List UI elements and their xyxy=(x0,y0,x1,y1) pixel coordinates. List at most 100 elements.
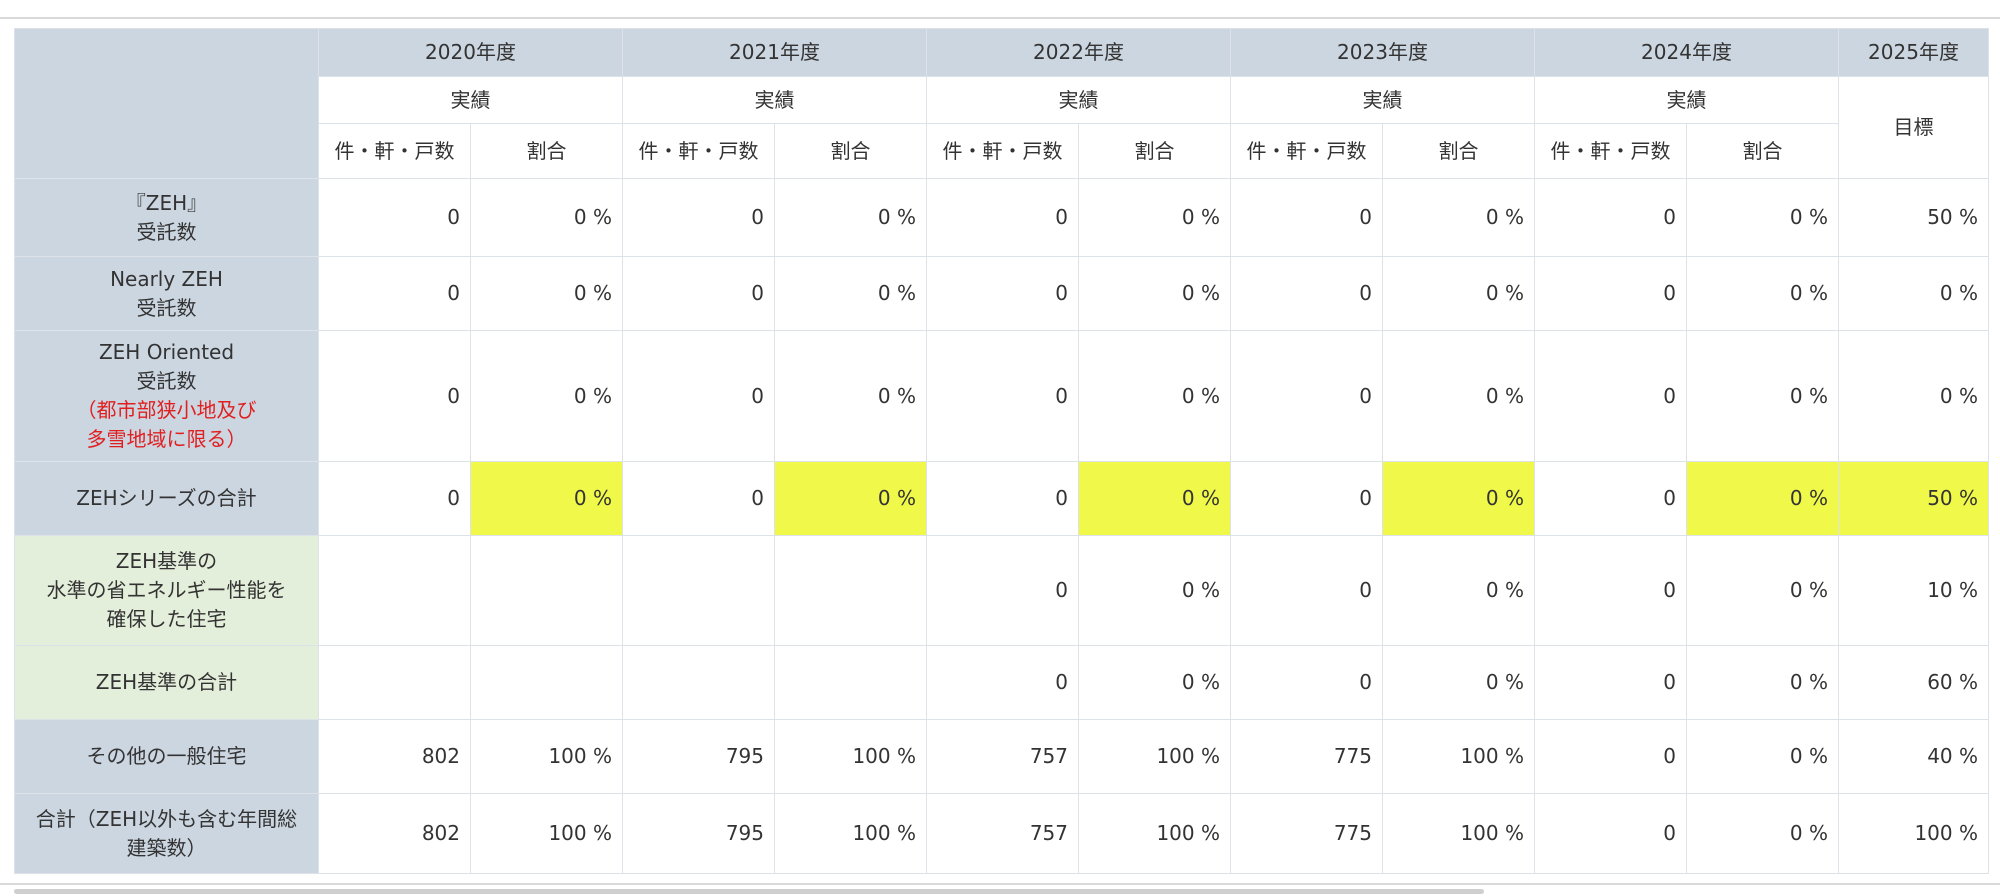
row-label-line: ZEH Oriented xyxy=(98,340,235,364)
ratio-cell: 100 % xyxy=(1078,719,1231,794)
target-cell: 50 % xyxy=(1838,178,1989,257)
target-cell: 10 % xyxy=(1838,535,1989,646)
ratio-cell: 0 % xyxy=(1686,535,1839,646)
count-cell: 757 xyxy=(926,719,1079,794)
count-cell xyxy=(318,535,471,646)
count-cell: 0 xyxy=(1230,645,1383,720)
table-body: 『ZEH』 受託数 0 0 % 0 0 % 0 0 % 0 0 % 0 0 % 50 % Nearly Z… xyxy=(14,178,1989,874)
count-cell: 0 xyxy=(1534,645,1687,720)
row-label: ZEH基準の合計 xyxy=(14,645,319,720)
horizontal-scrollbar[interactable] xyxy=(14,889,1484,894)
count-cell: 0 xyxy=(318,330,471,462)
count-cell: 795 xyxy=(622,793,775,874)
count-cell: 0 xyxy=(1534,461,1687,536)
count-cell: 0 xyxy=(1534,178,1687,257)
count-cell: 775 xyxy=(1230,719,1383,794)
target-cell: 100 % xyxy=(1838,793,1989,874)
row-label: ZEH Oriented 受託数 （都市部狭小地及び 多雪地域に限る） xyxy=(14,330,319,462)
zeh-results-table: 2020年度 2021年度 2022年度 2023年度 2024年度 2025年… xyxy=(14,28,1989,874)
ratio-header: 割合 xyxy=(1078,123,1231,179)
ratio-cell: 0 % xyxy=(774,178,927,257)
count-header: 件・軒・戸数 xyxy=(1230,123,1383,179)
count-header: 件・軒・戸数 xyxy=(318,123,471,179)
row-label-line: ZEH基準の xyxy=(115,549,218,573)
ratio-cell: 0 % xyxy=(1382,535,1535,646)
ratio-cell: 0 % xyxy=(1686,793,1839,874)
count-cell: 0 xyxy=(1534,719,1687,794)
ratio-cell: 100 % xyxy=(774,719,927,794)
ratio-cell: 100 % xyxy=(1382,793,1535,874)
count-cell: 0 xyxy=(926,535,1079,646)
count-cell: 0 xyxy=(318,178,471,257)
row-label-line: 水準の省エネルギー性能を xyxy=(46,578,287,602)
row-label: ZEHシリーズの合計 xyxy=(14,461,319,536)
count-cell: 0 xyxy=(1230,256,1383,331)
count-cell: 0 xyxy=(926,256,1079,331)
table-row: Nearly ZEH 受託数 0 0 % 0 0 % 0 0 % 0 0 % 0 0 % 0 % xyxy=(14,256,1989,331)
ratio-header: 割合 xyxy=(774,123,927,179)
count-cell: 0 xyxy=(926,461,1079,536)
count-cell: 0 xyxy=(1534,330,1687,462)
row-label-line: 受託数 xyxy=(136,295,197,320)
ratio-cell: 0 % xyxy=(470,256,623,331)
ratio-header: 割合 xyxy=(1382,123,1535,179)
target-cell: 50 % xyxy=(1838,461,1989,536)
ratio-header: 割合 xyxy=(470,123,623,179)
actual-header: 実績 xyxy=(1230,76,1535,124)
actual-header: 実績 xyxy=(318,76,623,124)
ratio-cell: 0 % xyxy=(1078,535,1231,646)
row-label: 『ZEH』 受託数 xyxy=(14,178,319,257)
ratio-cell: 0 % xyxy=(1078,178,1231,257)
year-header-2024: 2024年度 xyxy=(1534,28,1839,77)
row-label-note: 多雪地域に限る） xyxy=(86,427,247,451)
table-row: 合計（ZEH以外も含む年間総 建築数） 802 100 % 795 100 % 757 100… xyxy=(14,793,1989,874)
count-cell xyxy=(622,645,775,720)
count-cell: 802 xyxy=(318,719,471,794)
count-cell: 0 xyxy=(1230,461,1383,536)
count-cell: 0 xyxy=(1534,256,1687,331)
table-row: その他の一般住宅 802 100 % 795 100 % 757 100 % 775 100 %… xyxy=(14,719,1989,794)
ratio-cell: 0 % xyxy=(774,256,927,331)
count-cell: 802 xyxy=(318,793,471,874)
count-cell: 0 xyxy=(926,178,1079,257)
ratio-cell: 0 % xyxy=(1078,645,1231,720)
row-label: ZEH基準の 水準の省エネルギー性能を 確保した住宅 xyxy=(14,535,319,646)
ratio-cell: 0 % xyxy=(1382,256,1535,331)
count-cell: 0 xyxy=(318,461,471,536)
year-header-2020: 2020年度 xyxy=(318,28,623,77)
corner-header xyxy=(14,28,319,179)
count-header: 件・軒・戸数 xyxy=(622,123,775,179)
bottom-divider xyxy=(0,883,2000,885)
top-divider xyxy=(0,17,2000,19)
count-cell xyxy=(318,645,471,720)
count-cell: 0 xyxy=(622,461,775,536)
count-cell: 0 xyxy=(926,330,1079,462)
ratio-cell: 0 % xyxy=(1382,461,1535,536)
target-cell: 40 % xyxy=(1838,719,1989,794)
row-label-line: ZEHシリーズの合計 xyxy=(76,486,257,510)
ratio-cell: 0 % xyxy=(1686,330,1839,462)
count-cell: 775 xyxy=(1230,793,1383,874)
year-header-2021: 2021年度 xyxy=(622,28,927,77)
ratio-cell: 0 % xyxy=(1686,178,1839,257)
table-row: 『ZEH』 受託数 0 0 % 0 0 % 0 0 % 0 0 % 0 0 % 50 % xyxy=(14,178,1989,257)
ratio-cell: 0 % xyxy=(470,178,623,257)
year-header-2025: 2025年度 xyxy=(1838,28,1989,77)
ratio-cell: 0 % xyxy=(1686,461,1839,536)
ratio-cell: 0 % xyxy=(774,461,927,536)
ratio-cell: 0 % xyxy=(1078,461,1231,536)
target-cell: 0 % xyxy=(1838,256,1989,331)
count-cell: 795 xyxy=(622,719,775,794)
year-header-row: 2020年度 2021年度 2022年度 2023年度 2024年度 2025年… xyxy=(14,28,1989,179)
count-cell: 0 xyxy=(318,256,471,331)
ratio-cell xyxy=(774,645,927,720)
year-header-2022: 2022年度 xyxy=(926,28,1231,77)
target-cell: 60 % xyxy=(1838,645,1989,720)
ratio-cell: 0 % xyxy=(1382,178,1535,257)
ratio-cell: 0 % xyxy=(1686,719,1839,794)
table-row: ZEHシリーズの合計 0 0 % 0 0 % 0 0 % 0 0 % 0 0 % 50 % xyxy=(14,461,1989,536)
count-cell: 0 xyxy=(1534,535,1687,646)
actual-header: 実績 xyxy=(1534,76,1839,124)
table-row: ZEH Oriented 受託数 （都市部狭小地及び 多雪地域に限る） 0 0 % 0 0 %… xyxy=(14,330,1989,462)
count-header: 件・軒・戸数 xyxy=(1534,123,1687,179)
